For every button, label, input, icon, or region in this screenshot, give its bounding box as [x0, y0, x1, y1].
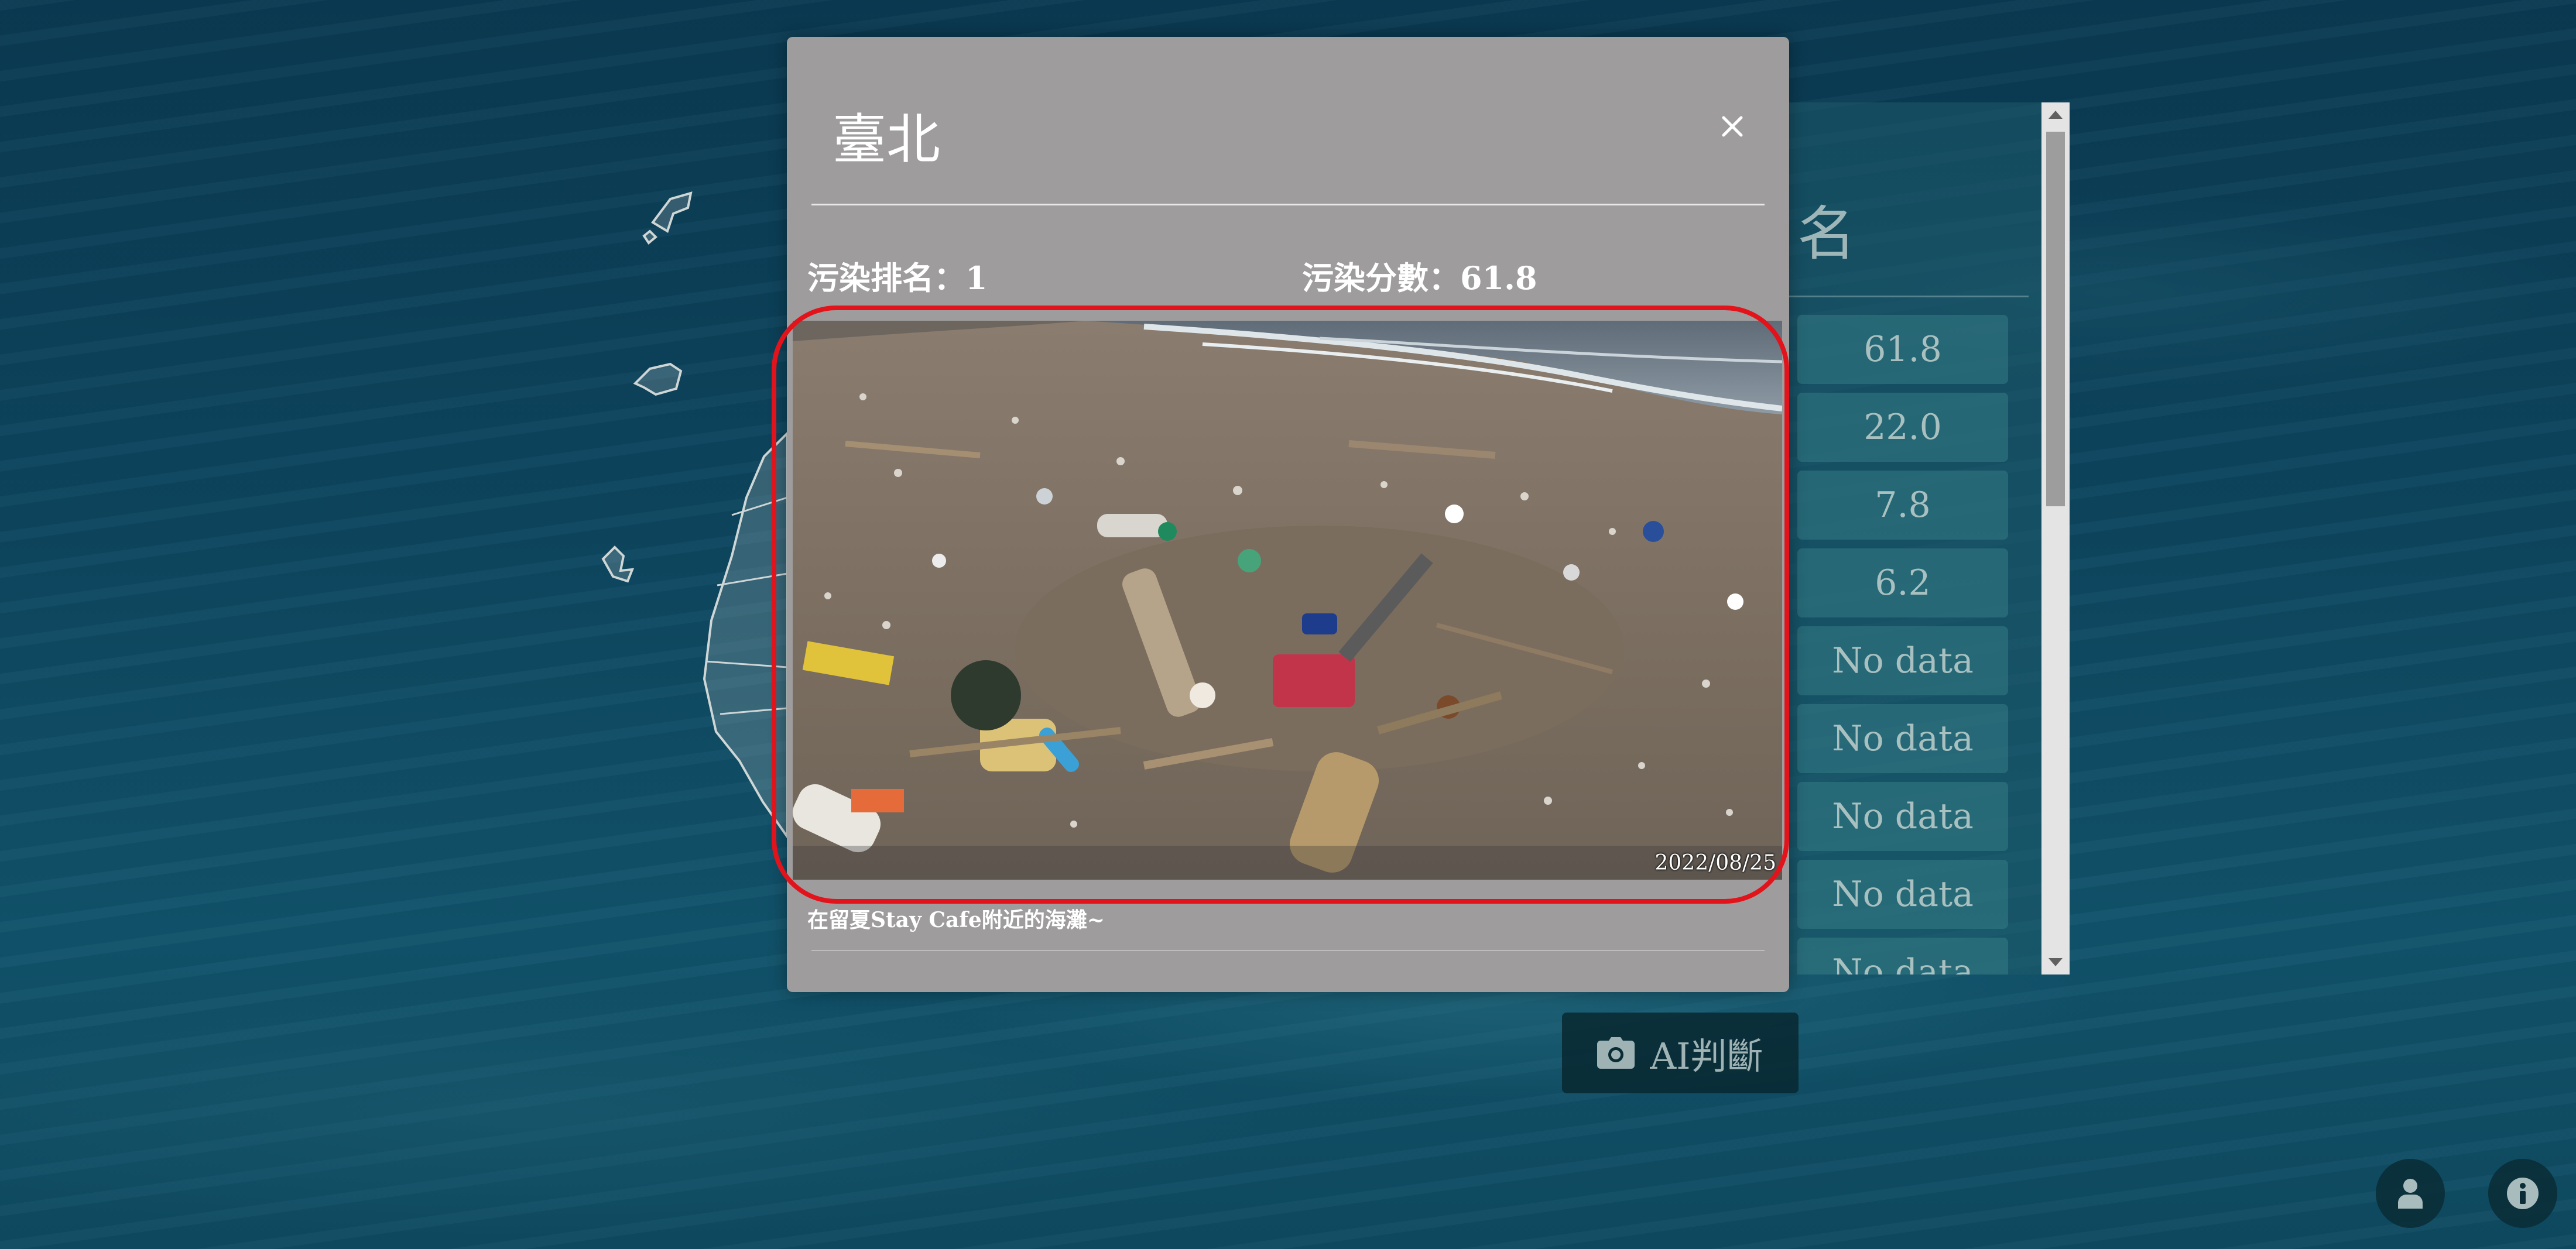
ai-judge-button[interactable]: AI判斷: [1562, 1013, 1799, 1093]
ranking-score[interactable]: No data: [1797, 860, 2008, 929]
scroll-down-arrow-icon[interactable]: [2049, 958, 2063, 966]
scroll-thumb[interactable]: [2046, 132, 2065, 506]
ranking-score[interactable]: 6.2: [1797, 548, 2008, 617]
ranking-panel[interactable]: 名 61.8 22.0 7.8 6.2 No data No data No d…: [1789, 102, 2070, 975]
scroll-up-arrow-icon[interactable]: [2049, 111, 2063, 119]
map-island-matsu[interactable]: [642, 191, 693, 245]
camera-icon: [1597, 1037, 1635, 1069]
ranking-score[interactable]: No data: [1797, 938, 2008, 975]
ranking-divider: [1789, 296, 2029, 297]
info-button[interactable]: [2488, 1159, 2557, 1228]
ranking-score[interactable]: No data: [1797, 626, 2008, 695]
ranking-score[interactable]: 22.0: [1797, 393, 2008, 462]
ranking-score[interactable]: 7.8: [1797, 471, 2008, 540]
modal-title: 臺北: [833, 108, 941, 171]
info-icon: [2507, 1178, 2539, 1209]
map-island-penghu[interactable]: [601, 545, 635, 583]
ranking-score[interactable]: No data: [1797, 704, 2008, 773]
caption-divider: [811, 950, 1765, 951]
close-button[interactable]: [1712, 106, 1753, 147]
rank-value: 1: [965, 259, 988, 297]
score-value: 61.8: [1460, 259, 1537, 297]
ranking-score[interactable]: No data: [1797, 782, 2008, 851]
ai-judge-label: AI判斷: [1650, 1035, 1763, 1078]
photo-highlight-annotation: [772, 306, 1789, 904]
score-label: 污染分數：: [1302, 259, 1460, 297]
rank-label: 污染排名：: [807, 259, 965, 297]
pollution-rank: 污染排名：1: [807, 259, 988, 297]
modal-divider: [811, 204, 1765, 205]
user-button[interactable]: [2376, 1159, 2445, 1228]
ranking-score[interactable]: 61.8: [1797, 315, 2008, 384]
ranking-title: 名: [1797, 200, 1856, 268]
close-icon: [1722, 116, 1743, 137]
pollution-score: 污染分數：61.8: [1302, 259, 1537, 297]
map-island-kinmen[interactable]: [633, 362, 683, 396]
user-icon: [2398, 1179, 2423, 1209]
photo-caption: 在留夏Stay Cafe附近的海灘~: [807, 908, 1105, 932]
ranking-scrollbar[interactable]: [2041, 102, 2070, 975]
